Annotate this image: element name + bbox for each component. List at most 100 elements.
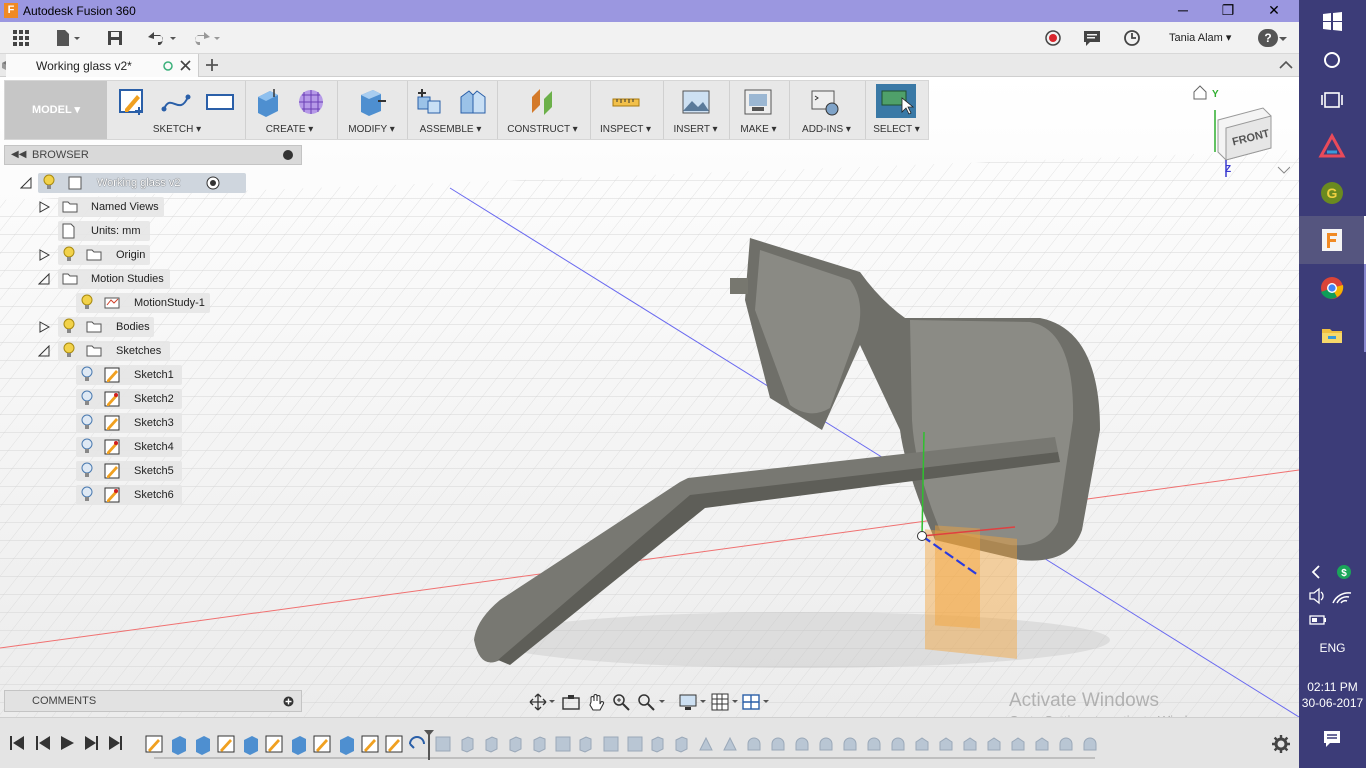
step-back-icon[interactable]	[36, 736, 50, 750]
lightbulb-off-icon[interactable]	[80, 366, 94, 383]
minimize-button[interactable]: ─	[1160, 1, 1206, 21]
comments-panel-header[interactable]: COMMENTS	[4, 690, 302, 712]
lightbulb-off-icon[interactable]	[80, 438, 94, 455]
make-menu-label[interactable]: MAKE ▾	[730, 124, 787, 135]
lightbulb-on-icon[interactable]	[80, 294, 94, 311]
action-center-icon[interactable]	[1317, 723, 1347, 753]
make-group[interactable]: MAKE ▾	[729, 81, 787, 139]
timeline-feature-sweep[interactable]	[409, 736, 425, 749]
lightbulb-on-icon[interactable]	[62, 342, 76, 359]
tree-units[interactable]: Units: mm	[38, 220, 178, 242]
windows-start-icon[interactable]	[1317, 6, 1347, 36]
undo-icon[interactable]	[146, 28, 178, 48]
system-clock[interactable]: 02:11 PM 30-06-2017	[1299, 679, 1366, 711]
origin-point[interactable]	[917, 531, 927, 541]
home-view-icon[interactable]	[1193, 85, 1207, 100]
timeline-settings-gear-icon[interactable]	[1272, 735, 1290, 753]
tree-collapse-icon[interactable]	[38, 345, 50, 357]
timeline-feature-sketch[interactable]	[385, 735, 403, 753]
tree-expand-icon[interactable]	[38, 249, 50, 261]
tree-sketch-item[interactable]: Sketch2	[76, 388, 186, 410]
timeline-feature-sketch[interactable]	[361, 735, 379, 753]
autodesk-app-icon[interactable]	[1317, 132, 1347, 162]
selected-plane-highlight-2[interactable]	[935, 525, 980, 629]
addins-menu-label[interactable]: ADD-INS ▾	[790, 124, 863, 135]
gamemaker-app-icon[interactable]: G	[1317, 178, 1347, 208]
browser-pin-icon[interactable]	[283, 150, 293, 160]
timeline-feature-extrude[interactable]	[196, 736, 210, 755]
data-panel-grid-icon[interactable]	[12, 28, 30, 48]
form-icon[interactable]	[296, 87, 326, 117]
select-group[interactable]: SELECT ▾	[865, 81, 927, 139]
file-explorer-icon[interactable]	[1317, 320, 1347, 350]
redo-icon[interactable]	[190, 28, 222, 48]
lightbulb-off-icon[interactable]	[80, 462, 94, 479]
comment-notification-icon[interactable]	[1083, 28, 1101, 48]
go-to-start-icon[interactable]	[10, 736, 24, 750]
construct-group[interactable]: CONSTRUCT ▾	[497, 81, 587, 139]
addins-group[interactable]: ADD-INS ▾	[789, 81, 863, 139]
new-tab-icon[interactable]	[205, 58, 219, 72]
workspace-switcher[interactable]: MODEL ▾	[5, 81, 107, 139]
tree-bodies[interactable]: Bodies	[38, 316, 178, 338]
new-component-icon[interactable]	[414, 87, 444, 117]
collapse-browser-icon[interactable]: ◀◀	[11, 149, 26, 160]
lightbulb-off-icon[interactable]	[80, 486, 94, 503]
look-at-icon[interactable]	[562, 693, 580, 711]
insert-group[interactable]: INSERT ▾	[663, 81, 727, 139]
play-icon[interactable]	[61, 736, 74, 750]
3d-print-icon[interactable]	[743, 87, 773, 117]
grid-settings-icon[interactable]	[711, 693, 741, 711]
timeline-feature-sketch[interactable]	[145, 735, 163, 753]
lightbulb-on-icon[interactable]	[62, 318, 76, 335]
file-menu-icon[interactable]	[55, 28, 83, 48]
timeline-marker[interactable]	[424, 730, 434, 760]
tree-expand-icon[interactable]	[38, 201, 50, 213]
user-account-menu[interactable]: Tania Alam ▾	[1169, 31, 1231, 44]
go-to-end-icon[interactable]	[109, 736, 122, 750]
select-icon[interactable]	[876, 84, 916, 118]
spline-icon[interactable]	[161, 87, 191, 117]
timeline-feature-extrude[interactable]	[244, 736, 258, 755]
create-menu-label[interactable]: CREATE ▾	[246, 124, 333, 135]
task-view-icon[interactable]	[1317, 85, 1347, 115]
create-group[interactable]: CREATE ▾	[245, 81, 333, 139]
tree-sketch-item[interactable]: Sketch6	[76, 484, 186, 506]
timeline-feature-extrude[interactable]	[292, 736, 306, 755]
pan-hand-icon[interactable]	[587, 693, 605, 711]
sketch-group[interactable]: SKETCH ▾	[113, 81, 241, 139]
tree-motion-study-1[interactable]: MotionStudy-1	[76, 292, 226, 314]
lightbulb-off-icon[interactable]	[80, 414, 94, 431]
tree-sketch-item[interactable]: Sketch3	[76, 412, 186, 434]
help-chevron-down-icon[interactable]	[1278, 28, 1288, 48]
joint-icon[interactable]	[458, 87, 488, 117]
orbit-icon[interactable]	[529, 693, 557, 711]
record-icon[interactable]	[1044, 28, 1062, 48]
modify-group[interactable]: MODIFY ▾	[337, 81, 405, 139]
tree-sketch-item[interactable]: Sketch1	[76, 364, 186, 386]
press-pull-icon[interactable]	[356, 87, 386, 117]
tree-sketches[interactable]: Sketches	[38, 340, 188, 362]
fusion-360-app-icon[interactable]	[1317, 225, 1347, 255]
lightbulb-off-icon[interactable]	[80, 390, 94, 407]
display-settings-icon[interactable]	[679, 693, 709, 711]
step-forward-icon[interactable]	[85, 736, 98, 750]
save-icon[interactable]	[106, 28, 124, 48]
insert-menu-label[interactable]: INSERT ▾	[664, 124, 727, 135]
close-button[interactable]: ✕	[1251, 1, 1297, 21]
lightbulb-on-icon[interactable]	[62, 246, 76, 263]
tree-sketch-item[interactable]: Sketch4	[76, 436, 186, 458]
timeline-feature-sketch[interactable]	[313, 735, 331, 753]
tree-named-views[interactable]: Named Views	[38, 196, 178, 218]
timeline-feature-track[interactable]	[140, 728, 1110, 762]
close-tab-icon[interactable]	[180, 60, 191, 71]
lightbulb-on-icon[interactable]	[42, 174, 56, 191]
help-icon[interactable]: ?	[1258, 29, 1278, 47]
maximize-button[interactable]: ❐	[1205, 1, 1251, 21]
timeline-feature-extrude[interactable]	[340, 736, 354, 755]
rectangle-icon[interactable]	[205, 87, 235, 117]
activate-radio-icon[interactable]	[206, 176, 220, 190]
insert-image-icon[interactable]	[681, 87, 711, 117]
zoom-icon[interactable]	[612, 693, 630, 711]
select-menu-label[interactable]: SELECT ▾	[866, 124, 927, 135]
